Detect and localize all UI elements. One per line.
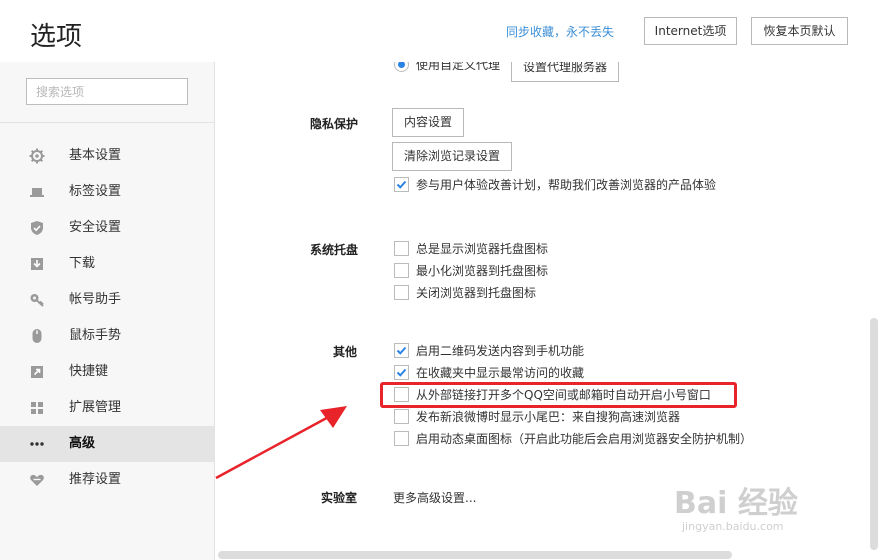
- baidu-jingyan-watermark: Bai 经验 jingyan.baidu.com: [668, 478, 868, 548]
- watermark-logo: Bai 经验: [674, 486, 798, 521]
- watermark-url: jingyan.baidu.com: [682, 520, 784, 533]
- options-window: 选项 同步收藏，永不丢失 Internet选项 恢复本页默认 基本设: [0, 0, 880, 560]
- annotation-arrow-icon: [215, 406, 347, 480]
